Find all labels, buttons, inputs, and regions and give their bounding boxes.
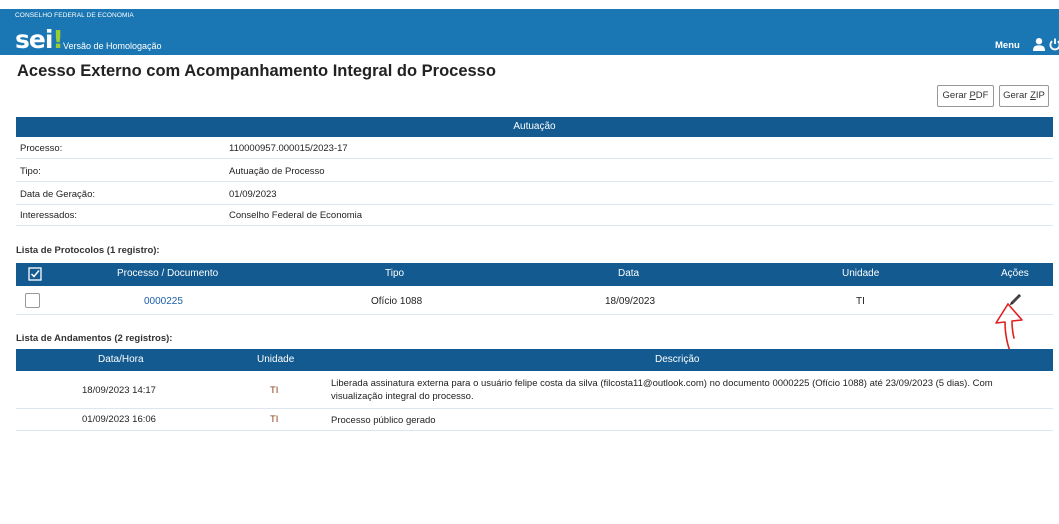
col-data-hora: Data/Hora — [98, 354, 144, 365]
info-value: Conselho Federal de Economia — [229, 210, 363, 221]
environment-label: Versão de Homologação — [63, 41, 162, 51]
cell-tipo: Ofício 1088 — [371, 296, 423, 307]
col-unidade: Unidade — [257, 354, 295, 365]
cell-data-hora: 01/09/2023 16:06 — [82, 414, 156, 425]
select-all-checkbox-icon[interactable] — [28, 267, 42, 281]
org-name: CONSELHO FEDERAL DE ECONOMIA — [15, 12, 134, 19]
table-row: 01/09/2023 16:06 TI Processo público ger… — [16, 409, 1053, 431]
col-unidade[interactable]: Unidade — [842, 268, 879, 279]
cell-unidade: TI — [856, 296, 865, 307]
top-strip — [0, 0, 1059, 9]
info-row-data-geracao: Data de Geração: 01/09/2023 — [16, 185, 1053, 205]
info-label: Tipo: — [20, 166, 41, 177]
cell-unidade: TI — [270, 385, 279, 396]
col-processo-documento[interactable]: Processo / Documento — [117, 268, 218, 279]
info-row-interessados: Interessados: Conselho Federal de Econom… — [16, 206, 1053, 226]
cell-descricao: Liberada assinatura externa para o usuár… — [331, 378, 993, 402]
logo-mark: ! — [52, 25, 63, 54]
app-header: CONSELHO FEDERAL DE ECONOMIA sei! Versão… — [0, 9, 1059, 55]
info-label: Processo: — [20, 143, 63, 154]
protocolos-caption: Lista de Protocolos (1 registro): — [16, 245, 160, 256]
cell-data: 18/09/2023 — [605, 296, 656, 307]
user-icon[interactable] — [1032, 37, 1046, 51]
zip-label-pre: Gerar — [1003, 90, 1031, 101]
logo-text: sei — [15, 25, 53, 54]
andamentos-caption: Lista de Andamentos (2 registros): — [16, 333, 173, 344]
info-value: 110000957.000015/2023-17 — [229, 143, 348, 154]
table-row: 18/09/2023 14:17 TI Liberada assinatura … — [16, 372, 1053, 409]
gerar-zip-button[interactable]: Gerar ZIP — [999, 85, 1049, 107]
pdf-label-pre: Gerar — [942, 90, 970, 101]
cell-data-hora: 18/09/2023 14:17 — [82, 385, 156, 396]
gerar-pdf-button[interactable]: Gerar PDF — [937, 85, 994, 107]
cell-descricao: Processo público gerado — [331, 415, 436, 426]
col-acoes: Ações — [1001, 268, 1029, 279]
power-icon[interactable] — [1049, 37, 1059, 51]
col-data[interactable]: Data — [618, 268, 639, 279]
page-title: Acesso Externo com Acompanhamento Integr… — [17, 62, 496, 80]
menu-button[interactable]: Menu — [995, 40, 1020, 51]
info-label: Data de Geração: — [20, 189, 95, 200]
cell-unidade: TI — [270, 414, 279, 425]
info-value: 01/09/2023 — [229, 189, 277, 200]
row-checkbox[interactable] — [25, 293, 40, 308]
info-label: Interessados: — [20, 210, 78, 221]
sei-logo[interactable]: sei! — [15, 25, 64, 54]
info-row-tipo: Tipo: Autuação de Processo — [16, 162, 1053, 182]
col-descricao: Descrição — [655, 354, 700, 365]
protocolos-header: Processo / Documento Tipo Data Unidade A… — [16, 263, 1053, 286]
andamentos-header: Data/Hora Unidade Descrição — [16, 349, 1053, 371]
info-value: Autuação de Processo — [229, 166, 325, 177]
document-link[interactable]: 0000225 — [144, 296, 183, 307]
zip-label-post: IP — [1035, 90, 1045, 101]
autuacao-heading: Autuação — [16, 117, 1053, 137]
col-tipo[interactable]: Tipo — [385, 268, 404, 279]
pdf-label-post: DF — [975, 90, 989, 101]
info-row-processo: Processo: 110000957.000015/2023-17 — [16, 139, 1053, 159]
table-row: 0000225 Ofício 1088 18/09/2023 TI — [16, 288, 1053, 315]
